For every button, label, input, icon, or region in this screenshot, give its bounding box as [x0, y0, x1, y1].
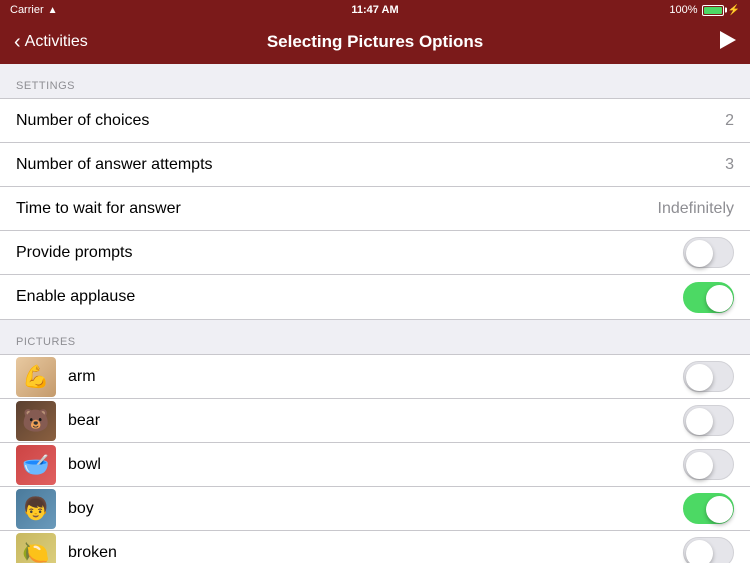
- toggle-provide-prompts[interactable]: [683, 237, 734, 268]
- wifi-icon: ▲: [48, 5, 58, 16]
- picture-label-bowl: bowl: [68, 456, 683, 474]
- toggle-bowl[interactable]: [683, 449, 734, 480]
- thumb-broken: 🍋: [16, 533, 56, 563]
- pictures-section-header: PICTURES: [0, 320, 750, 354]
- toggle-broken[interactable]: [683, 537, 734, 563]
- battery-percent: 100%: [669, 4, 697, 16]
- picture-row-bowl[interactable]: 🥣 bowl: [0, 443, 750, 487]
- toggle-knob-prompts: [686, 240, 713, 267]
- row-label-time: Time to wait for answer: [16, 200, 658, 218]
- picture-row-bear[interactable]: 🐻 bear: [0, 399, 750, 443]
- thumb-arm: 💪: [16, 357, 56, 397]
- row-label-attempts: Number of answer attempts: [16, 156, 725, 174]
- back-chevron-icon: ‹: [14, 32, 21, 52]
- picture-label-broken: broken: [68, 544, 683, 562]
- row-answer-attempts[interactable]: Number of answer attempts 3: [0, 143, 750, 187]
- row-enable-applause[interactable]: Enable applause: [0, 275, 750, 319]
- row-value-attempts: 3: [725, 156, 734, 174]
- broken-icon: 🍋: [22, 540, 49, 563]
- battery-fill: [704, 7, 722, 14]
- toggle-arm[interactable]: [683, 361, 734, 392]
- thumb-boy: 👦: [16, 489, 56, 529]
- row-value-choices: 2: [725, 112, 734, 130]
- bowl-icon: 🥣: [22, 452, 49, 478]
- row-number-of-choices[interactable]: Number of choices 2: [0, 99, 750, 143]
- settings-section-header: SETTINGS: [0, 64, 750, 98]
- status-left: Carrier ▲: [10, 4, 58, 16]
- bear-icon: 🐻: [22, 408, 49, 434]
- picture-row-boy[interactable]: 👦 boy: [0, 487, 750, 531]
- row-time-to-wait[interactable]: Time to wait for answer Indefinitely: [0, 187, 750, 231]
- thumb-bear: 🐻: [16, 401, 56, 441]
- toggle-enable-applause[interactable]: [683, 282, 734, 313]
- row-provide-prompts[interactable]: Provide prompts: [0, 231, 750, 275]
- row-value-time: Indefinitely: [658, 200, 735, 218]
- thumb-bowl: 🥣: [16, 445, 56, 485]
- row-label-prompts: Provide prompts: [16, 244, 683, 262]
- settings-table: Number of choices 2 Number of answer att…: [0, 98, 750, 320]
- status-bar: Carrier ▲ 11:47 AM 100% ⚡: [0, 0, 750, 20]
- back-button[interactable]: ‹ Activities: [14, 32, 88, 52]
- picture-row-broken[interactable]: 🍋 broken: [0, 531, 750, 563]
- toggle-knob-applause: [706, 285, 733, 312]
- pictures-table: 💪 arm 🐻 bear 🥣 bowl: [0, 354, 750, 563]
- play-icon: [720, 31, 736, 49]
- boy-icon: 👦: [22, 496, 49, 522]
- nav-title: Selecting Pictures Options: [267, 32, 483, 52]
- toggle-boy[interactable]: [683, 493, 734, 524]
- picture-label-bear: bear: [68, 412, 683, 430]
- row-label-applause: Enable applause: [16, 288, 683, 306]
- battery-icon: [702, 5, 724, 16]
- battery-plug-icon: ⚡: [728, 5, 740, 16]
- status-right: 100% ⚡: [669, 4, 740, 16]
- play-button[interactable]: [720, 31, 736, 54]
- back-label: Activities: [25, 33, 88, 51]
- toggle-bear[interactable]: [683, 405, 734, 436]
- nav-bar: ‹ Activities Selecting Pictures Options: [0, 20, 750, 64]
- picture-row-arm[interactable]: 💪 arm: [0, 355, 750, 399]
- status-time: 11:47 AM: [351, 4, 398, 16]
- picture-label-arm: arm: [68, 368, 683, 386]
- arm-icon: 💪: [22, 364, 49, 390]
- carrier-label: Carrier: [10, 4, 44, 16]
- content-scroll[interactable]: SETTINGS Number of choices 2 Number of a…: [0, 64, 750, 563]
- picture-label-boy: boy: [68, 500, 683, 518]
- row-label-choices: Number of choices: [16, 112, 725, 130]
